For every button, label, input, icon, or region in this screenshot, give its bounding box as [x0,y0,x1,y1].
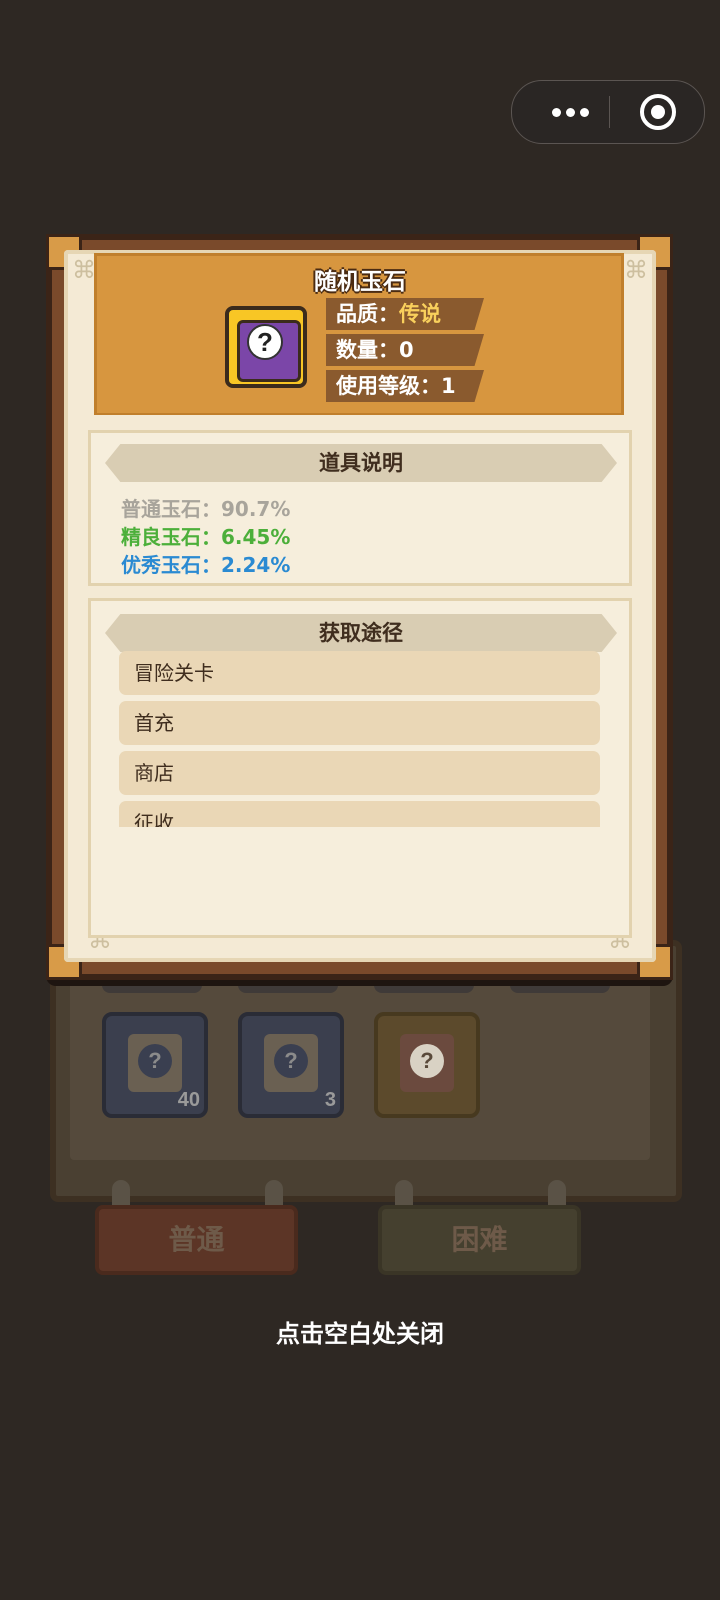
capsule-divider [609,96,610,128]
tab-normal: 普通 [95,1205,298,1275]
quality-value: 传说 [399,302,441,326]
level-row: 使用等级：1 [326,370,484,402]
ornament-icon: ⌘ [624,256,648,284]
question-icon: ? [138,1044,172,1078]
slot-count: 3 [324,1089,336,1111]
rate-excellent: 优秀玉石：2.24% [121,553,291,577]
sources-list[interactable]: 冒险关卡 首充 商店 征收 [119,651,600,827]
quantity-row: 数量：0 [326,334,484,366]
slot-count: 40 [177,1089,200,1111]
capsule-menu [511,80,705,144]
source-item[interactable]: 征收 [119,801,600,827]
quality-row: 品质：传说 [326,298,484,330]
source-item[interactable]: 商店 [119,751,600,795]
quantity-label: 数量： [336,338,399,362]
description-title: 道具说明 [105,444,617,482]
quantity-value: 0 [399,338,414,362]
level-label: 使用等级： [336,374,441,398]
background-slot-scroll: ? 3 [238,1012,344,1118]
more-dots-icon[interactable] [536,81,604,143]
close-hint[interactable]: 点击空白处关闭 [0,1314,720,1349]
question-icon: ? [274,1044,308,1078]
mystery-chest-icon: ? [225,306,307,388]
sources-title: 获取途径 [105,614,617,652]
tab-hard: 困难 [378,1205,581,1275]
question-icon: ? [247,324,283,360]
level-value: 1 [441,374,456,398]
background-slot-scroll: ? 40 [102,1012,208,1118]
question-icon: ? [410,1044,444,1078]
background-slot-mystery: ? [374,1012,480,1118]
quality-label: 品质： [336,302,399,326]
source-item[interactable]: 冒险关卡 [119,651,600,695]
ornament-icon: ⌘ [72,256,96,284]
target-close-icon[interactable] [640,94,676,130]
source-item[interactable]: 首充 [119,701,600,745]
item-title: 随机玉石 [314,269,406,295]
rate-fine: 精良玉石：6.45% [121,525,291,549]
rate-normal: 普通玉石：90.7% [121,497,291,521]
